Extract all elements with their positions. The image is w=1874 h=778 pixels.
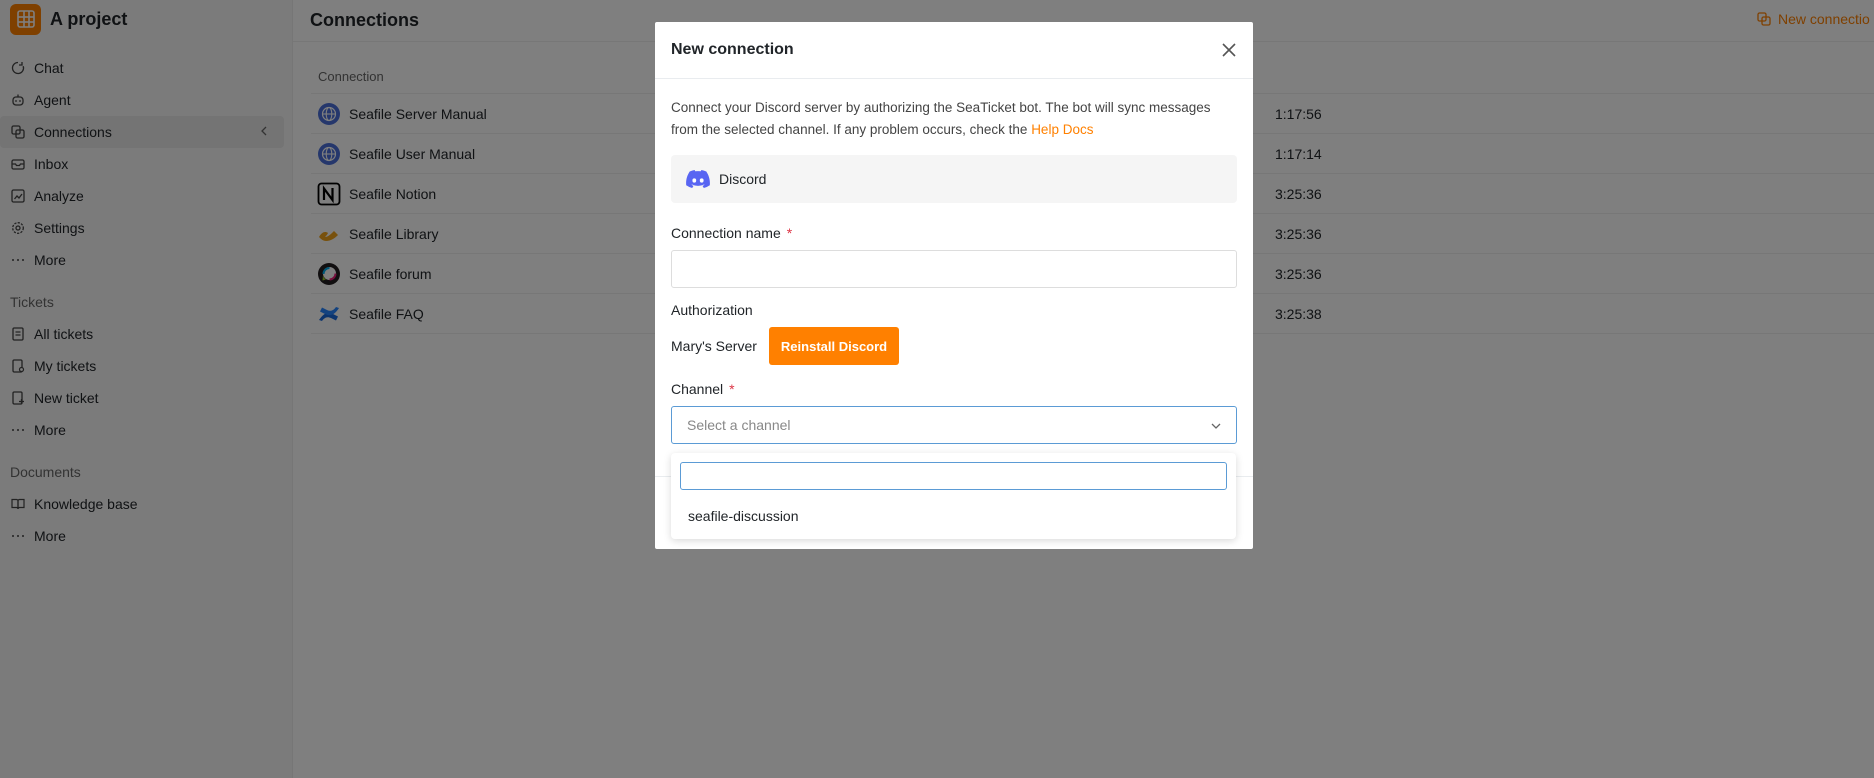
- platform-name: Discord: [719, 171, 767, 187]
- modal-body: Connect your Discord server by authorizi…: [655, 79, 1253, 462]
- discord-icon: [686, 170, 710, 188]
- server-name: Mary's Server: [671, 338, 757, 354]
- connection-name-input[interactable]: [671, 250, 1237, 288]
- required-mark: *: [786, 225, 793, 241]
- close-icon[interactable]: [1219, 40, 1239, 60]
- authorization-row: Mary's Server Reinstall Discord: [671, 327, 1237, 365]
- field-label-text: Connection name: [671, 225, 781, 241]
- required-mark: *: [729, 381, 735, 397]
- platform-discord: Discord: [671, 155, 1237, 203]
- modal-description: Connect your Discord server by authorizi…: [671, 97, 1237, 141]
- modal-title: New connection: [671, 41, 794, 58]
- chevron-down-icon: [1211, 423, 1221, 429]
- description-text: Connect your Discord server by authorizi…: [671, 100, 1211, 137]
- authorization-label: Authorization: [671, 302, 753, 318]
- channel-search-input[interactable]: [680, 462, 1227, 490]
- modal-header: New connection: [655, 22, 1253, 79]
- reinstall-discord-button[interactable]: Reinstall Discord: [768, 327, 900, 365]
- field-label-text: Channel: [671, 381, 724, 397]
- channel-placeholder: Select a channel: [687, 417, 791, 433]
- channel-option[interactable]: seafile-discussion: [688, 508, 799, 524]
- help-docs-link[interactable]: Help Docs: [1031, 122, 1093, 137]
- channel-dropdown: seafile-discussion: [671, 453, 1236, 539]
- connection-name-label: Connection name *: [671, 225, 1237, 241]
- channel-select[interactable]: Select a channel: [671, 406, 1237, 444]
- channel-label: Channel *: [671, 381, 1237, 397]
